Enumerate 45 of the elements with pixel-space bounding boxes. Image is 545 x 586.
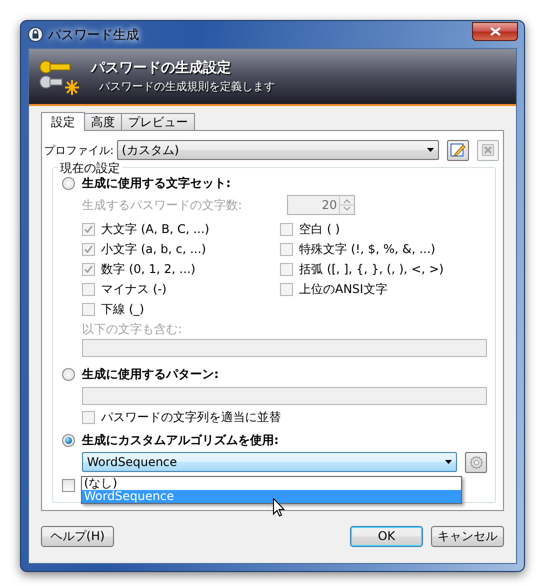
gear-icon <box>468 454 484 470</box>
checkbox-label: パスワードの文字列を適当に並替 <box>101 408 281 426</box>
tab[interactable]: 設定 <box>41 112 85 131</box>
edit-profile-button[interactable] <box>447 140 469 160</box>
settings-button[interactable] <box>465 452 487 472</box>
tab[interactable]: プレビュー <box>121 113 195 131</box>
delete-icon <box>482 144 494 156</box>
length-label: 生成するパスワードの文字数: <box>82 196 242 214</box>
checkbox-label: 数字 (0, 1, 2, ...) <box>101 260 196 278</box>
radio-label: 生成に使用する文字セット: <box>82 174 231 192</box>
header-subtitle: パスワードの生成規則を定義します <box>98 79 275 94</box>
profile-dropdown[interactable]: (カスタム) <box>116 140 439 160</box>
checkbox-label: 空白 ( ) <box>299 220 340 238</box>
checkbox-label: マイナス (-) <box>101 280 167 298</box>
checkbox-label: 特殊文字 (!, $, %, &, ...) <box>299 240 436 258</box>
close-button[interactable] <box>472 22 518 41</box>
radio-button[interactable] <box>62 368 75 380</box>
window-title: パスワード生成 <box>48 26 139 44</box>
delete-profile-button[interactable] <box>477 140 499 160</box>
group-title: 現在の設定 <box>58 160 122 177</box>
header-title: パスワードの生成設定 <box>91 59 232 77</box>
pencil-icon <box>450 142 466 158</box>
help-button[interactable]: ヘルプ(H) <box>41 526 114 546</box>
caret-icon <box>427 148 434 152</box>
radio-button[interactable] <box>62 434 75 446</box>
lock-icon <box>28 27 43 42</box>
cancel-button[interactable]: キャンセル <box>431 526 504 546</box>
radio-label: 生成にカスタムアルゴリズムを使用: <box>82 432 279 448</box>
algorithm-dropdown[interactable]: WordSequence <box>82 452 457 472</box>
radio-button[interactable] <box>62 176 75 190</box>
checkbox-label: 下線 (_) <box>101 300 144 318</box>
pattern-field[interactable] <box>82 387 487 405</box>
checkbox[interactable] <box>62 478 75 492</box>
profile-label: プロファイル: <box>44 142 114 158</box>
caret-icon <box>445 460 452 464</box>
checkbox-label: 上位のANSI文字 <box>299 280 388 298</box>
dropdown-option[interactable]: (なし) <box>82 477 461 490</box>
checkbox-label: 小文字 (a, b, c, ...) <box>101 240 206 258</box>
checkbox-label: 大文字 (A, B, C, ...) <box>101 220 210 238</box>
keys-icon <box>39 58 81 96</box>
close-icon <box>490 27 500 36</box>
extra-chars-label: 以下の文字も含む: <box>82 320 182 338</box>
checkbox-label: 括弧 ([, ], {, }, (, ), <, >) <box>299 260 444 278</box>
ok-button[interactable]: OK <box>350 526 423 546</box>
radio-label: 生成に使用するパターン: <box>82 366 219 382</box>
